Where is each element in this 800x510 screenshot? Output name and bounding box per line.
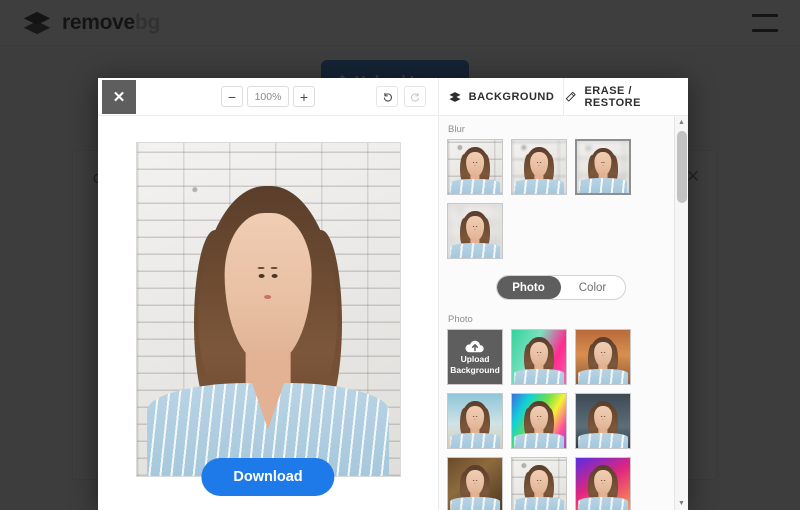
close-editor-button[interactable]: ✕ [102,79,136,114]
background-editor-modal: ✕ − 100% + BACKGROUND ERASE / RESTORE Do… [98,78,688,510]
tab-background[interactable]: BACKGROUND [439,78,563,115]
redo-arrow-icon [410,92,419,102]
canvas-pane: Download [98,116,438,510]
editor-toolbar-left: ✕ − 100% + [98,78,438,115]
zoom-controls: − 100% + [221,86,315,107]
editor-toolbar: ✕ − 100% + BACKGROUND ERASE / RESTORE [98,78,688,116]
photo-option-white-brick[interactable] [511,457,567,510]
history-controls [376,86,426,107]
download-button[interactable]: Download [201,458,335,496]
cloud-upload-icon [465,340,484,353]
image-preview[interactable] [135,142,401,477]
zoom-in-button[interactable]: + [293,86,315,107]
photo-options-grid: Upload Background [447,329,674,510]
panel-scrollbar[interactable]: ▲ ▼ [674,116,688,510]
eraser-brush-icon [565,91,576,102]
zoom-level-value[interactable]: 100% [247,86,289,107]
photo-color-toggle: Photo Color [495,275,626,300]
upload-background-line1: Upload [460,354,490,365]
blur-section-label: Blur [448,124,465,135]
tab-erase-restore-label: ERASE / RESTORE [584,84,641,109]
blur-options-row [447,139,674,259]
upload-background-line2: Background [450,365,500,375]
undo-button[interactable] [376,86,398,107]
photo-option-palm-leaves[interactable] [447,457,503,510]
layers-icon [449,91,461,102]
scroll-up-button[interactable]: ▲ [675,116,688,129]
photo-option-magenta-gradient[interactable] [575,457,631,510]
blur-option-medium[interactable] [575,139,631,195]
scroll-down-button[interactable]: ▼ [675,497,688,510]
photo-option-city[interactable] [575,393,631,449]
photo-option-pink-green[interactable] [511,329,567,385]
editor-body: Download Blur Photo Color Photo Upload B… [98,116,688,510]
scrollbar-thumb[interactable] [677,131,687,203]
photo-option-beach[interactable] [447,393,503,449]
upload-background-tile[interactable]: Upload Background [447,329,503,385]
blur-option-none[interactable] [447,139,503,195]
tab-background-label: BACKGROUND [468,90,555,103]
toggle-photo[interactable]: Photo [496,276,561,299]
photo-option-rainbow[interactable] [511,393,567,449]
undo-arrow-icon [383,92,392,102]
photo-option-sunset[interactable] [575,329,631,385]
blur-option-light[interactable] [511,139,567,195]
background-options-panel: Blur Photo Color Photo Upload Background… [438,116,688,510]
tab-erase-restore[interactable]: ERASE / RESTORE [563,78,688,115]
redo-button[interactable] [404,86,426,107]
panel-scroll-content: Blur Photo Color Photo Upload Background [439,116,674,510]
zoom-out-button[interactable]: − [221,86,243,107]
photo-section-label: Photo [448,314,473,325]
editor-tabs: BACKGROUND ERASE / RESTORE [438,78,688,115]
toggle-color[interactable]: Color [561,276,625,299]
blur-option-strong[interactable] [447,203,503,259]
